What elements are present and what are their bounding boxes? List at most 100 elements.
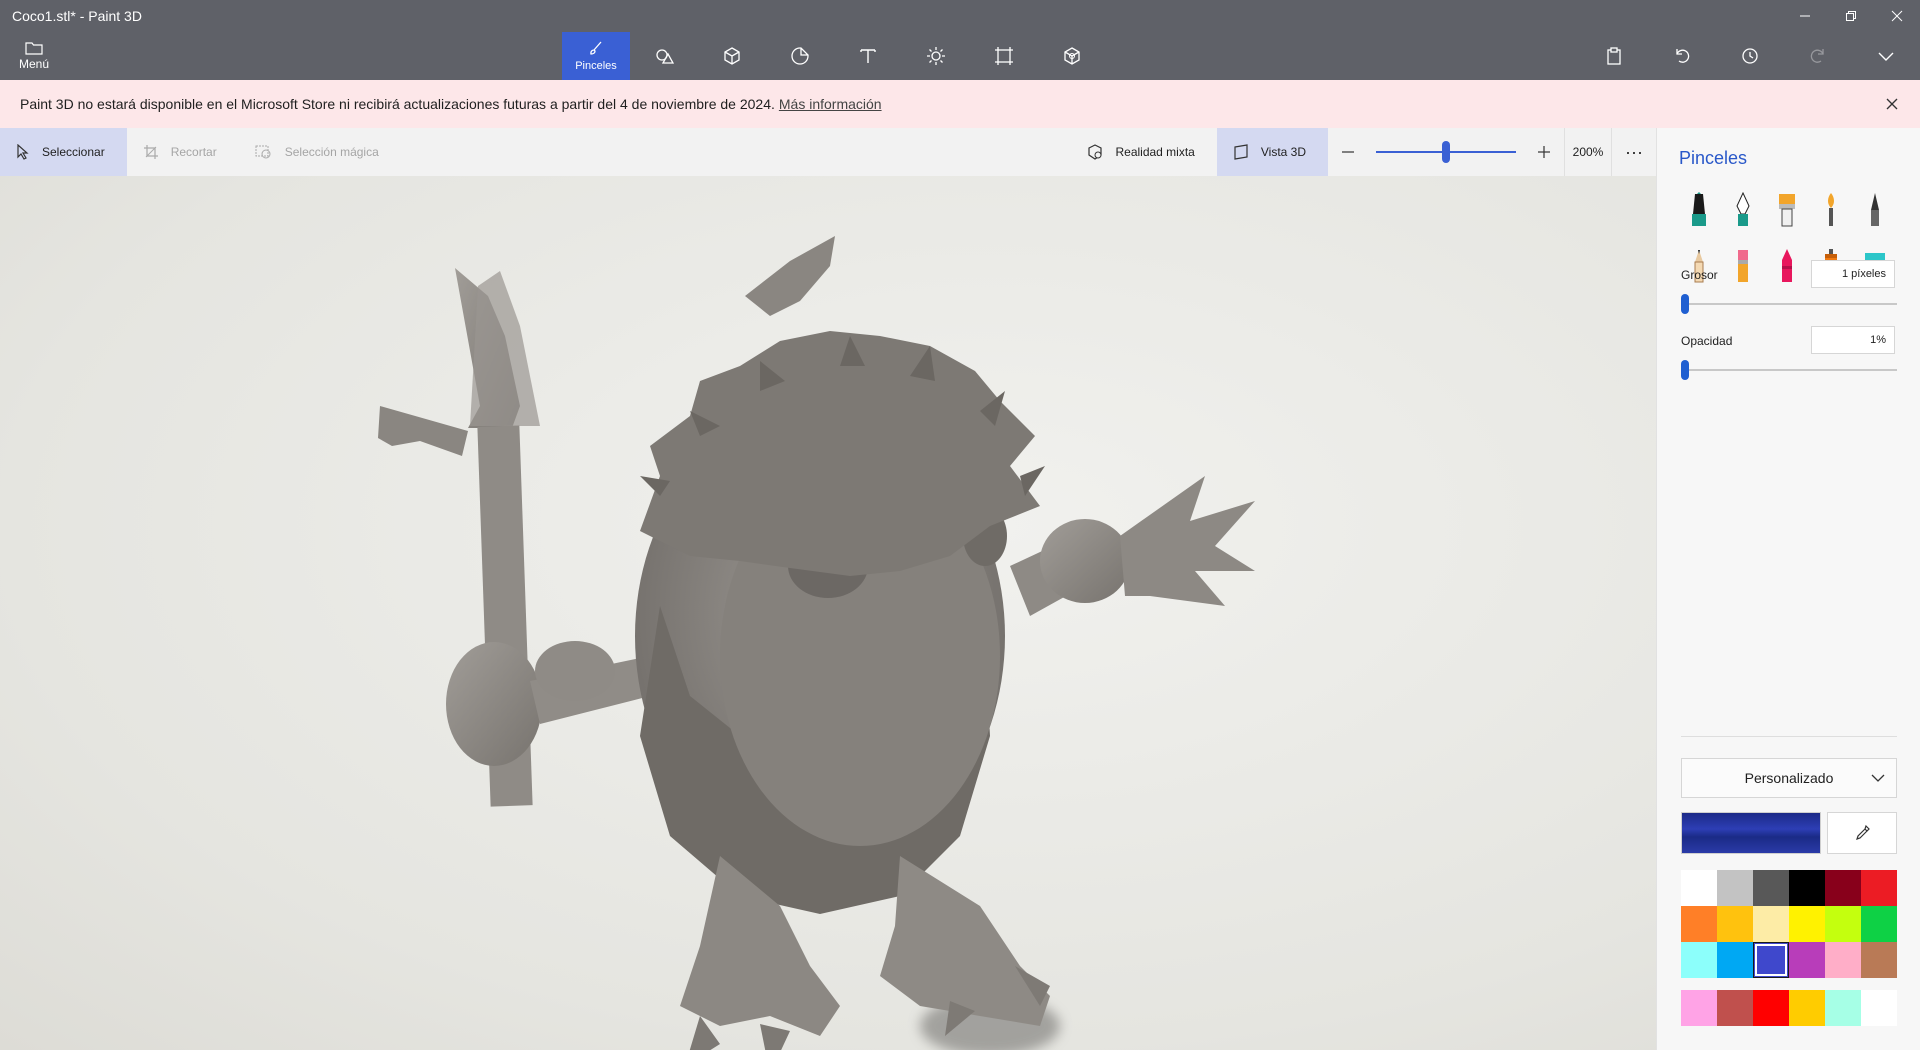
more-options-button[interactable]: ··· (1612, 128, 1656, 176)
zoom-value[interactable]: 200% (1564, 128, 1612, 176)
menu-button[interactable]: Menú (8, 36, 60, 76)
custom-color-swatch[interactable] (1753, 990, 1789, 1026)
history-icon (1742, 48, 1758, 64)
effects-icon (927, 47, 945, 65)
zoom-slider-thumb[interactable] (1442, 141, 1450, 163)
paste-button[interactable] (1580, 32, 1648, 80)
brush-oil[interactable] (1765, 188, 1809, 232)
sticker-icon (791, 47, 809, 65)
color-swatch[interactable] (1789, 942, 1825, 978)
custom-color-swatch-grid (1681, 990, 1897, 1026)
redo-icon (1810, 49, 1824, 63)
brush-pixel-pen[interactable] (1853, 188, 1897, 232)
undo-button[interactable] (1648, 32, 1716, 80)
color-swatch[interactable] (1681, 870, 1717, 906)
color-swatch[interactable] (1753, 942, 1789, 978)
calligraphy-pen-icon (1736, 192, 1750, 226)
tab-2d-shapes[interactable] (630, 32, 698, 80)
expand-ribbon-button[interactable] (1852, 32, 1920, 80)
banner-close-button[interactable] (1882, 94, 1902, 114)
paste-icon (1607, 47, 1621, 65)
view-3d-icon (1233, 144, 1249, 160)
color-swatch-grid (1681, 870, 1897, 978)
magic-select-icon (255, 144, 273, 160)
magic-select-button[interactable]: Selección mágica (239, 128, 401, 176)
zoom-slider[interactable] (1376, 128, 1516, 176)
tab-brushes[interactable]: Pinceles (562, 32, 630, 80)
eraser-icon (1738, 250, 1748, 282)
color-swatch[interactable] (1753, 870, 1789, 906)
minimize-button[interactable] (1782, 0, 1828, 32)
canvas[interactable] (0, 176, 1656, 1050)
restore-button[interactable] (1828, 0, 1874, 32)
tab-stickers[interactable] (766, 32, 834, 80)
crop-button[interactable]: Recortar (127, 128, 239, 176)
color-swatch[interactable] (1717, 870, 1753, 906)
tab-effects[interactable] (902, 32, 970, 80)
banner-more-info-link[interactable]: Más información (779, 96, 882, 112)
palette-dropdown[interactable]: Personalizado (1681, 758, 1897, 798)
opacity-label: Opacidad (1681, 334, 1733, 348)
color-swatch[interactable] (1861, 870, 1897, 906)
color-swatch[interactable] (1789, 906, 1825, 942)
chevron-down-icon (1878, 52, 1894, 61)
thickness-slider-thumb[interactable] (1681, 294, 1689, 314)
opacity-slider-thumb[interactable] (1681, 360, 1689, 380)
color-swatch[interactable] (1861, 906, 1897, 942)
color-swatch[interactable] (1789, 870, 1825, 906)
brush-eraser[interactable] (1721, 244, 1765, 288)
custom-color-swatch[interactable] (1717, 990, 1753, 1026)
color-swatch[interactable] (1825, 870, 1861, 906)
eyedropper-button[interactable] (1827, 812, 1897, 854)
color-swatch[interactable] (1681, 942, 1717, 978)
thickness-slider[interactable] (1681, 294, 1897, 314)
minimize-icon (1800, 15, 1810, 17)
brush-marker[interactable] (1677, 188, 1721, 232)
close-window-button[interactable] (1874, 0, 1920, 32)
tab-3d-library[interactable] (1038, 32, 1106, 80)
restore-icon (1846, 11, 1856, 21)
banner-text: Paint 3D no estará disponible en el Micr… (20, 96, 775, 112)
3d-library-icon (1064, 47, 1080, 65)
close-icon (1886, 98, 1898, 110)
custom-color-swatch[interactable] (1789, 990, 1825, 1026)
brush-crayon[interactable] (1765, 244, 1809, 288)
tab-canvas[interactable] (970, 32, 1038, 80)
custom-color-swatch[interactable] (1825, 990, 1861, 1026)
custom-color-swatch[interactable] (1681, 990, 1717, 1026)
color-swatch[interactable] (1861, 942, 1897, 978)
ribbon-right-tools (1580, 32, 1920, 80)
text-icon (860, 49, 876, 63)
select-label: Seleccionar (42, 145, 105, 159)
canvas-icon (995, 47, 1013, 65)
brush-calligraphy-pen[interactable] (1721, 188, 1765, 232)
color-swatch[interactable] (1825, 942, 1861, 978)
custom-color-swatch[interactable] (1861, 990, 1897, 1026)
redo-button[interactable] (1784, 32, 1852, 80)
title-bar: Coco1.stl* - Paint 3D Menú Pinceles (0, 0, 1920, 80)
color-swatch[interactable] (1825, 906, 1861, 942)
thickness-input[interactable]: 1 píxeles (1811, 260, 1895, 288)
zoom-in-button[interactable] (1524, 128, 1564, 176)
select-button[interactable]: Seleccionar (0, 128, 127, 176)
zoom-out-button[interactable] (1328, 128, 1368, 176)
color-swatch[interactable] (1717, 906, 1753, 942)
crayon-icon (1782, 249, 1792, 282)
color-swatch[interactable] (1717, 942, 1753, 978)
tab-3d-shapes[interactable] (698, 32, 766, 80)
cursor-icon (16, 144, 30, 160)
color-swatch[interactable] (1753, 906, 1789, 942)
deprecation-banner: Paint 3D no estará disponible en el Micr… (0, 80, 1920, 128)
view-3d-button[interactable]: Vista 3D (1216, 128, 1328, 176)
tab-text[interactable] (834, 32, 902, 80)
pixel-pen-icon (1871, 193, 1879, 226)
color-swatch[interactable] (1681, 906, 1717, 942)
brush-watercolor[interactable] (1809, 188, 1853, 232)
3d-model[interactable] (0, 176, 1656, 1050)
opacity-slider[interactable] (1681, 360, 1897, 380)
mixed-reality-button[interactable]: Realidad mixta (1071, 128, 1216, 176)
minus-icon (1342, 151, 1354, 153)
opacity-input[interactable]: 1% (1811, 326, 1895, 354)
history-button[interactable] (1716, 32, 1784, 80)
current-color-swatch[interactable] (1681, 812, 1821, 854)
